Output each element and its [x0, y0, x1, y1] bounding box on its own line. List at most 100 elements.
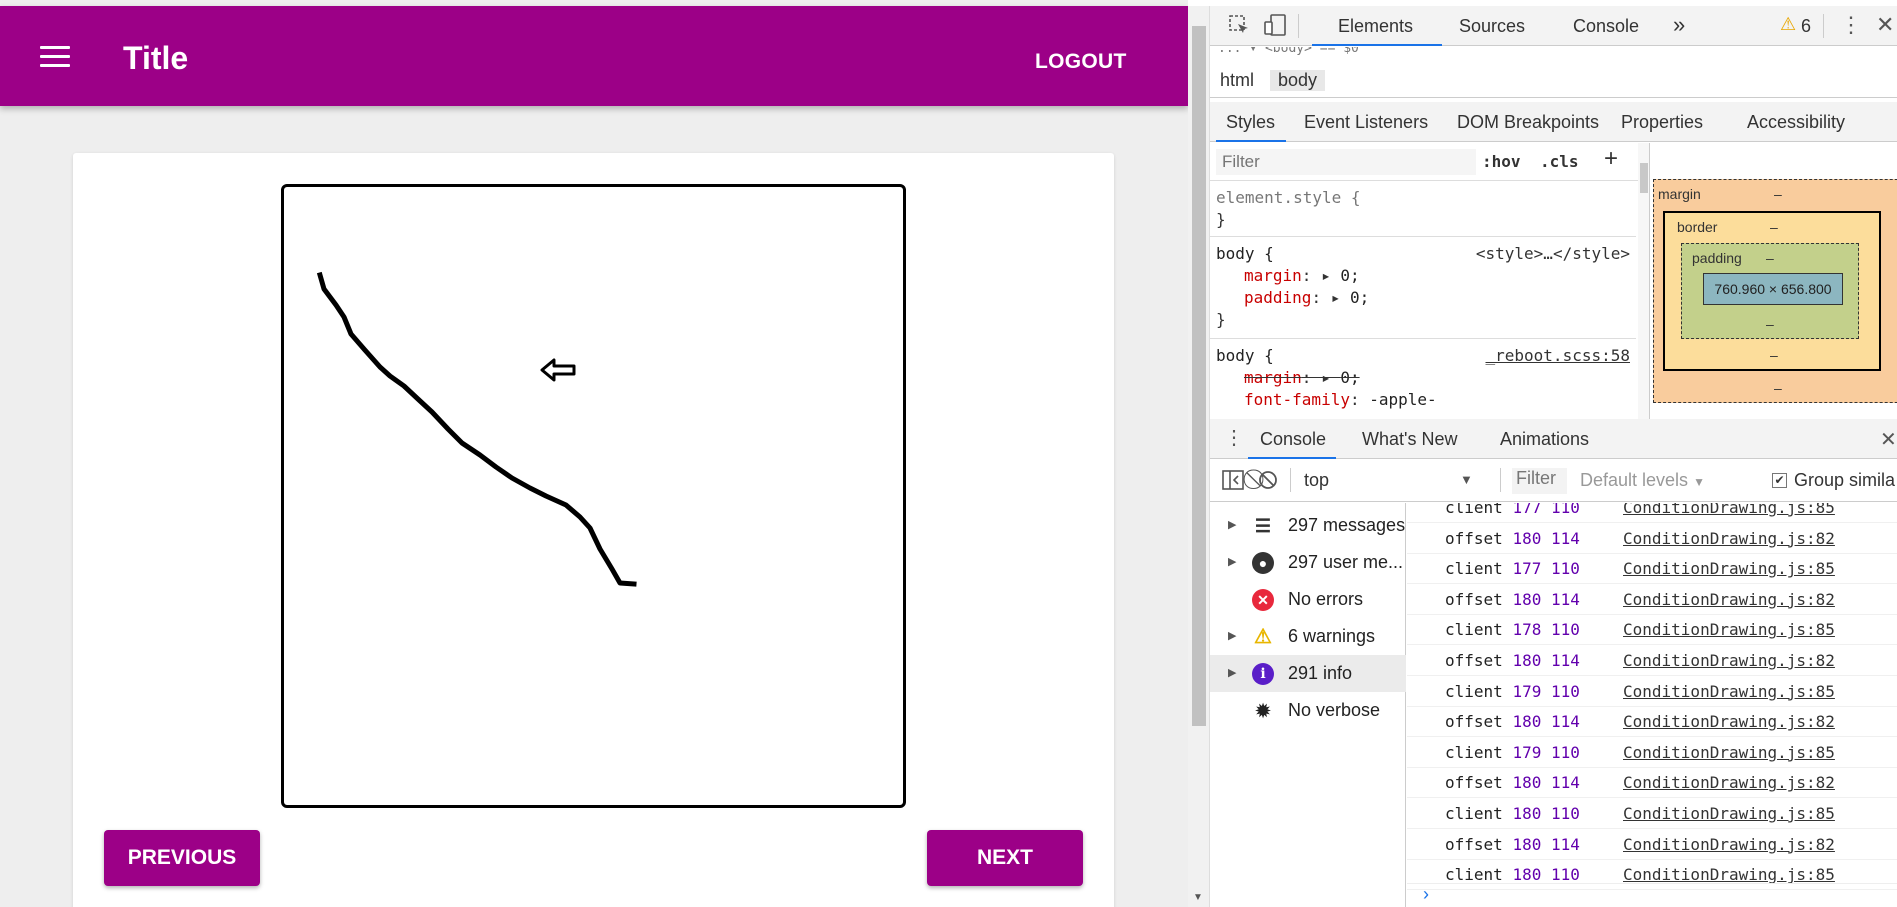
hover-state-toggle[interactable]: :hov: [1482, 152, 1521, 171]
hamburger-menu-icon[interactable]: [40, 46, 70, 68]
message-text: client 179 110: [1445, 742, 1580, 762]
console-message[interactable]: client 179 110 ConditionDrawing.js:85: [1407, 738, 1897, 768]
css-declaration-overridden[interactable]: margin: ▸ 0;: [1216, 367, 1636, 389]
sidebar-item-errors[interactable]: ✕ No errors: [1210, 581, 1406, 618]
margin-top-value[interactable]: –: [1774, 186, 1782, 202]
message-source-link[interactable]: ConditionDrawing.js:82: [1623, 646, 1835, 676]
elements-subtabs: Styles Event Listeners DOM Breakpoints P…: [1210, 102, 1897, 142]
tab-console[interactable]: Console: [1573, 16, 1639, 37]
expand-arrow-icon[interactable]: ▶: [1228, 507, 1236, 544]
scrollbar-thumb[interactable]: [1640, 163, 1648, 193]
element-style-rule[interactable]: element.style { }: [1210, 183, 1636, 237]
context-selector[interactable]: top: [1304, 470, 1329, 491]
console-message[interactable]: offset 180 114 ConditionDrawing.js:82: [1407, 585, 1897, 615]
device-toolbar-icon[interactable]: [1264, 14, 1288, 42]
context-dropdown-icon[interactable]: ▼: [1460, 472, 1473, 487]
console-message[interactable]: offset 180 114 ConditionDrawing.js:82: [1407, 524, 1897, 554]
message-source-link[interactable]: ConditionDrawing.js:82: [1623, 830, 1835, 860]
close-devtools-icon[interactable]: ✕: [1876, 12, 1894, 38]
breadcrumb-body[interactable]: body: [1270, 70, 1326, 91]
page-scrollbar[interactable]: ▼: [1188, 6, 1210, 907]
drawer-tab-whats-new[interactable]: What's New: [1362, 429, 1457, 450]
css-declaration[interactable]: padding: ▸ 0;: [1216, 287, 1636, 309]
box-model-content-size[interactable]: 760.960 × 656.800: [1703, 273, 1843, 305]
drawer-tab-console[interactable]: Console: [1260, 429, 1326, 450]
group-similar-checkbox[interactable]: ✔: [1772, 473, 1787, 488]
styles-scrollbar[interactable]: [1638, 143, 1649, 419]
next-button[interactable]: NEXT: [927, 830, 1083, 886]
drawer-menu-icon[interactable]: ⋮: [1224, 425, 1244, 450]
console-filter-input[interactable]: Filter: [1512, 468, 1567, 494]
console-message[interactable]: offset 180 114 ConditionDrawing.js:82: [1407, 830, 1897, 860]
console-message[interactable]: client 177 110 ConditionDrawing.js:85: [1407, 503, 1897, 523]
message-source-link[interactable]: ConditionDrawing.js:82: [1623, 707, 1835, 737]
border-top-value[interactable]: –: [1770, 219, 1778, 235]
message-source-link[interactable]: ConditionDrawing.js:85: [1623, 615, 1835, 645]
sidebar-item-messages[interactable]: ▶ ☰ 297 messages: [1210, 507, 1406, 544]
message-source-link[interactable]: ConditionDrawing.js:85: [1623, 554, 1835, 584]
message-source-link[interactable]: ConditionDrawing.js:85: [1623, 677, 1835, 707]
tab-accessibility[interactable]: Accessibility: [1747, 112, 1845, 133]
console-message[interactable]: client 178 110 ConditionDrawing.js:85: [1407, 615, 1897, 646]
message-source-link[interactable]: ConditionDrawing.js:85: [1623, 799, 1835, 829]
console-toolbar: ⃠ top ▼ Filter Default levels ▼ ✔ Group …: [1210, 460, 1897, 502]
console-prompt[interactable]: ›: [1407, 883, 1897, 907]
warning-icon[interactable]: ⚠: [1780, 14, 1796, 35]
console-message[interactable]: offset 180 114 ConditionDrawing.js:82: [1407, 707, 1897, 738]
message-source-link[interactable]: ConditionDrawing.js:85: [1623, 738, 1835, 768]
tab-sources[interactable]: Sources: [1459, 16, 1525, 37]
sidebar-item-info[interactable]: ▶ i 291 info: [1210, 655, 1406, 692]
tab-properties[interactable]: Properties: [1621, 112, 1703, 133]
expand-arrow-icon[interactable]: ▶: [1228, 544, 1236, 581]
padding-bottom-value[interactable]: –: [1766, 316, 1774, 332]
console-message[interactable]: offset 180 114 ConditionDrawing.js:82: [1407, 768, 1897, 799]
message-source-link[interactable]: ConditionDrawing.js:82: [1623, 524, 1835, 554]
rule-source-link[interactable]: _reboot.scss:58: [1486, 345, 1631, 367]
scroll-down-icon[interactable]: ▼: [1193, 892, 1203, 903]
expand-arrow-icon[interactable]: ▶: [1228, 618, 1236, 655]
drawing-canvas[interactable]: [281, 184, 906, 808]
console-message[interactable]: client 179 110 ConditionDrawing.js:85: [1407, 677, 1897, 707]
console-message[interactable]: client 177 110 ConditionDrawing.js:85: [1407, 554, 1897, 585]
tab-event-listeners[interactable]: Event Listeners: [1304, 112, 1428, 133]
sidebar-toggle-icon[interactable]: [1222, 470, 1244, 496]
inspect-element-icon[interactable]: [1228, 14, 1250, 42]
close-drawer-icon[interactable]: ✕: [1880, 427, 1897, 452]
rule-source[interactable]: <style>…</style>: [1476, 243, 1630, 265]
clear-console-icon-shape[interactable]: [1258, 470, 1278, 496]
tab-elements[interactable]: Elements: [1338, 16, 1413, 37]
class-toggle[interactable]: .cls: [1540, 152, 1579, 171]
breadcrumb-html[interactable]: html: [1212, 70, 1262, 91]
scrollbar-thumb[interactable]: [1192, 26, 1206, 726]
kebab-menu-icon[interactable]: ⋮: [1840, 12, 1862, 38]
body-style-rule[interactable]: body { <style>…</style> margin: ▸ 0; pad…: [1210, 239, 1636, 339]
warning-count[interactable]: 6: [1801, 16, 1811, 37]
styles-filter-input[interactable]: [1216, 149, 1476, 175]
console-message[interactable]: offset 180 114 ConditionDrawing.js:82: [1407, 646, 1897, 676]
console-message[interactable]: client 180 110 ConditionDrawing.js:85: [1407, 799, 1897, 829]
tab-dom-breakpoints[interactable]: DOM Breakpoints: [1457, 112, 1599, 133]
message-source-link[interactable]: ConditionDrawing.js:82: [1623, 585, 1835, 615]
sidebar-item-verbose[interactable]: ✹ No verbose: [1210, 692, 1406, 729]
sidebar-item-warnings[interactable]: ▶ ⚠ 6 warnings: [1210, 618, 1406, 655]
log-levels-dropdown[interactable]: Default levels ▼: [1580, 470, 1705, 491]
new-rule-button[interactable]: +: [1604, 145, 1618, 173]
margin-bottom-value[interactable]: –: [1774, 380, 1782, 396]
more-tabs-icon[interactable]: »: [1673, 12, 1685, 38]
sidebar-item-label: No verbose: [1288, 700, 1381, 720]
reboot-style-rule[interactable]: body { _reboot.scss:58 margin: ▸ 0; font…: [1210, 341, 1636, 419]
dom-tree-line[interactable]: ... ▾ <body> == $0: [1218, 47, 1359, 56]
message-source-link[interactable]: ConditionDrawing.js:82: [1623, 768, 1835, 798]
sidebar-item-user-messages[interactable]: ▶ ● 297 user me...: [1210, 544, 1406, 581]
expand-arrow-icon[interactable]: ▶: [1228, 655, 1236, 692]
drawer-tab-animations[interactable]: Animations: [1500, 429, 1589, 450]
border-bottom-value[interactable]: –: [1770, 347, 1778, 363]
tab-styles[interactable]: Styles: [1226, 112, 1275, 133]
previous-button[interactable]: PREVIOUS: [104, 830, 260, 886]
app-viewport: Title LOGOUT PREVIOUS NEXT: [0, 0, 1188, 907]
logout-button[interactable]: LOGOUT: [1035, 50, 1127, 74]
css-declaration[interactable]: font-family: -apple-: [1216, 389, 1636, 411]
padding-top-value[interactable]: –: [1766, 250, 1774, 266]
message-source-link[interactable]: ConditionDrawing.js:85: [1623, 503, 1835, 523]
css-declaration[interactable]: margin: ▸ 0;: [1216, 265, 1636, 287]
